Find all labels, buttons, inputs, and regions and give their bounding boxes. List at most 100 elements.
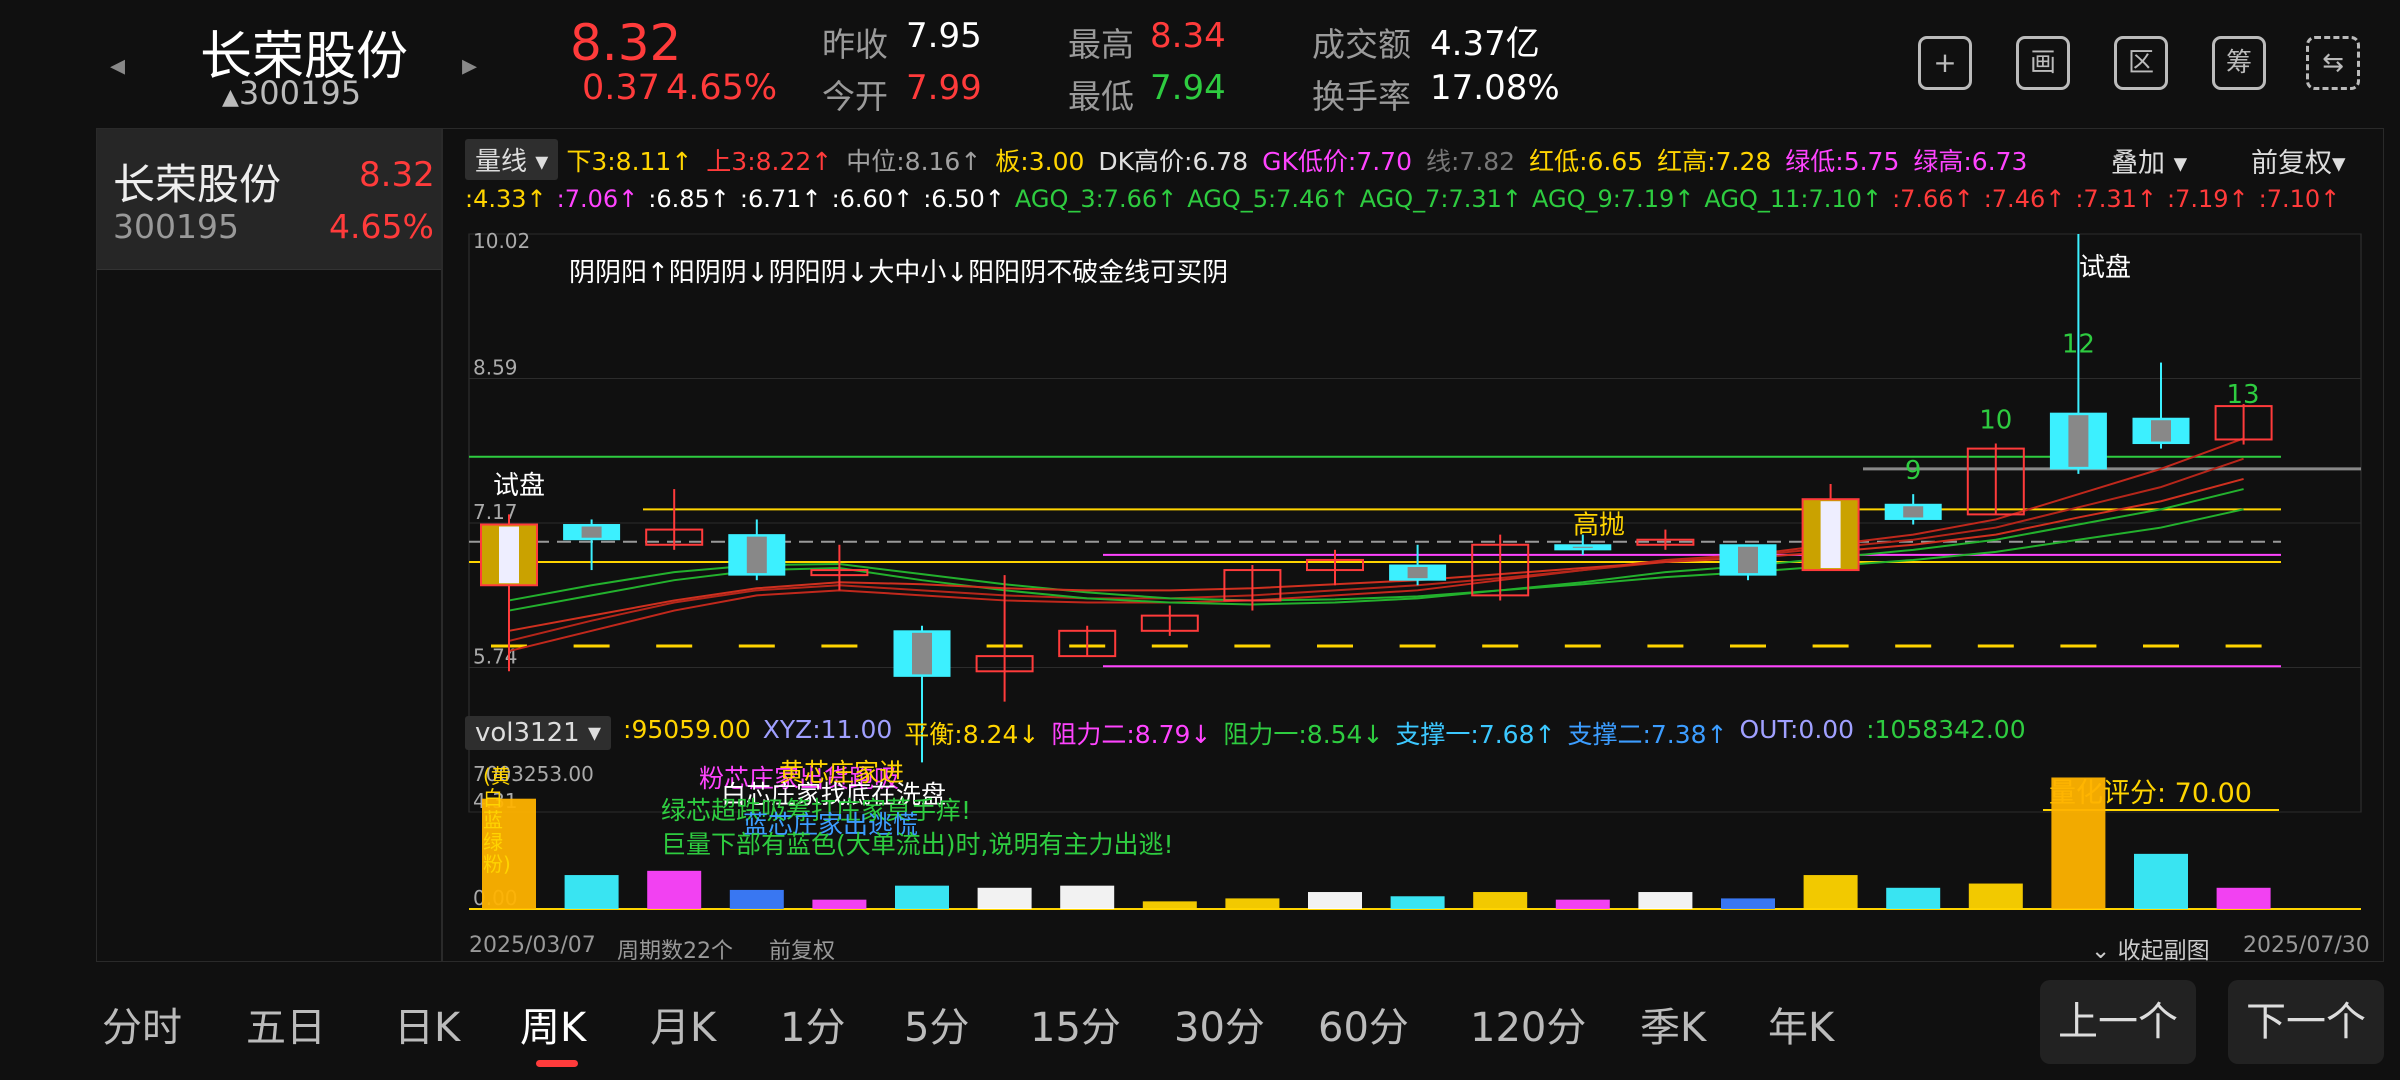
candle-16 bbox=[1801, 484, 1860, 572]
candle-18 bbox=[1966, 443, 2025, 516]
candle-11 bbox=[1389, 544, 1447, 586]
low-value: 7.94 bbox=[1150, 68, 1226, 108]
kline-chart-area[interactable]: 量线 ▾ 下3:8.11↑ 上3:8.22↑ 中位:8.16↑ 板:3.00 DK高价:… bbox=[442, 128, 2384, 965]
stock-card[interactable]: 长荣股份 8.32 300195 4.65% bbox=[97, 129, 441, 270]
tab-12[interactable]: 年K bbox=[1768, 995, 1834, 1053]
high-label: 最高 bbox=[1068, 25, 1134, 64]
vol-bar-21 bbox=[2216, 887, 2271, 909]
agq-indicator-value-14: :7.19↑ bbox=[2166, 185, 2249, 213]
agq-indicator-value-15: :7.10↑ bbox=[2258, 185, 2341, 213]
count-label-1: 10 bbox=[1979, 405, 2012, 435]
prev-close-value: 7.95 bbox=[906, 16, 982, 56]
vol-indicator-value-7: OUT:0.00 bbox=[1739, 715, 1855, 744]
vol-bar-10 bbox=[1308, 892, 1362, 909]
caret-up-icon: ▲ bbox=[222, 85, 239, 110]
vol-indicator-value-0: :95059.00 bbox=[623, 715, 751, 744]
vol-bar-20 bbox=[2134, 853, 2188, 909]
landscape-toggle-button[interactable]: ⇆ bbox=[2306, 36, 2360, 90]
chip-distribution-button[interactable]: 筹 bbox=[2212, 36, 2266, 90]
collapse-chevron-icon: ⌄ bbox=[2091, 938, 2118, 964]
tab-5[interactable]: 1分 bbox=[780, 995, 845, 1053]
agq-indicator-value-7: AGQ_5:7.46↑ bbox=[1187, 185, 1350, 213]
agq-indicator-value-9: AGQ_9:7.19↑ bbox=[1532, 185, 1695, 213]
prev-stock-arrow[interactable]: ◂ bbox=[110, 48, 125, 83]
vol-legend-stack-2: 蓝 bbox=[483, 808, 503, 832]
open-value: 7.99 bbox=[906, 68, 982, 108]
vol-bar-9 bbox=[1225, 898, 1280, 909]
main-indicator-dropdown[interactable]: 量线 ▾ bbox=[465, 139, 559, 180]
next-stock-button[interactable]: 下一个 bbox=[2228, 980, 2384, 1064]
agq-indicator-value-5: :6.50↑ bbox=[923, 185, 1005, 213]
draw-line-button[interactable]: 画 bbox=[2016, 36, 2070, 90]
agq-indicator-value-1: :7.06↑ bbox=[556, 185, 639, 213]
stock-code: ▲300195 bbox=[222, 74, 362, 112]
next-stock-arrow[interactable]: ▸ bbox=[462, 48, 477, 83]
side-stock-name: 长荣股份 bbox=[113, 160, 282, 209]
volume-chart[interactable]: 7003253.000.00(黄白蓝绿粉)粉芯庄家出货跑吸黄芯庄家进白芯庄家找底… bbox=[443, 759, 2383, 929]
candle-14 bbox=[1636, 529, 1695, 550]
turnover-rate-value: 17.08% bbox=[1430, 68, 1560, 108]
candle-core-0 bbox=[499, 526, 519, 584]
axis-adjust-label: 前复权 bbox=[769, 939, 836, 964]
candle-core-11 bbox=[1407, 567, 1428, 579]
active-tab-indicator bbox=[536, 1060, 578, 1067]
tab-0[interactable]: 分时 bbox=[102, 995, 182, 1053]
agq-indicator-value-11: :7.66↑ bbox=[1892, 185, 1974, 213]
candle-core-13 bbox=[1572, 546, 1593, 548]
tab-3[interactable]: 周K bbox=[520, 995, 586, 1053]
vol-bar-13 bbox=[1555, 899, 1610, 909]
tab-8[interactable]: 30分 bbox=[1174, 995, 1265, 1053]
vol-bar-16 bbox=[1803, 875, 1858, 909]
tab-10[interactable]: 120分 bbox=[1470, 995, 1586, 1053]
range-stats-button[interactable]: 区 bbox=[2114, 36, 2168, 90]
overlay-dropdown[interactable]: 叠加 ▾ bbox=[2111, 141, 2187, 180]
agq-indicator-value-12: :7.46↑ bbox=[1983, 185, 2066, 213]
vol-indicator-value-2: 平衡:8.24↓ bbox=[904, 720, 1040, 749]
tab-1[interactable]: 五日 bbox=[246, 995, 326, 1053]
count-label-3: 13 bbox=[2226, 380, 2259, 410]
adjust-dropdown[interactable]: 前复权▾ bbox=[2251, 141, 2346, 180]
agq-indicator-value-4: :6.60↑ bbox=[831, 185, 914, 213]
candle-core-16 bbox=[1820, 501, 1841, 569]
vol-indicator-dropdown[interactable]: vol3121 ▾ bbox=[465, 716, 612, 750]
candle-core-20 bbox=[2151, 420, 2171, 442]
collapse-subchart-button[interactable]: ⌄ 收起副图 bbox=[2091, 931, 2210, 965]
candle-21 bbox=[2214, 404, 2273, 445]
tab-2[interactable]: 日K bbox=[394, 995, 460, 1053]
agq-indicator-value-6: AGQ_3:7.66↑ bbox=[1014, 185, 1178, 213]
draw-icon: 画 bbox=[2029, 48, 2056, 78]
vol-indicator-value-3: 阻力二:8.79↓ bbox=[1051, 720, 1212, 749]
candle-2 bbox=[645, 489, 704, 550]
agq-indicator-value-8: AGQ_7:7.31↑ bbox=[1359, 185, 1523, 213]
low-label: 最低 bbox=[1068, 77, 1134, 116]
period-count: 周期数22个 bbox=[617, 939, 733, 964]
tab-4[interactable]: 月K bbox=[650, 995, 716, 1053]
vol-bar-3 bbox=[729, 889, 784, 909]
tab-6[interactable]: 5分 bbox=[904, 995, 969, 1053]
price-change-pct: 4.65% bbox=[666, 68, 778, 108]
last-price: 8.32 bbox=[570, 14, 682, 72]
agq-indicator-value-2: :6.85↑ bbox=[648, 185, 730, 213]
quote-header: ◂ 长荣股份 ▲300195 ▸ 8.32 0.37 4.65% 昨收 7.95… bbox=[0, 0, 2400, 125]
vol-bar-14 bbox=[1638, 892, 1693, 909]
ma-indicator-value-6: 线:7.82 bbox=[1425, 146, 1516, 176]
count-label-2: 12 bbox=[2062, 329, 2095, 359]
agq-indicator-value-0: :4.33↑ bbox=[465, 185, 547, 213]
landscape-icon: ⇆ bbox=[2322, 48, 2344, 78]
vol-bar-7 bbox=[1060, 885, 1115, 909]
tab-9[interactable]: 60分 bbox=[1318, 995, 1409, 1053]
prev-stock-button[interactable]: 上一个 bbox=[2040, 980, 2196, 1064]
tab-7[interactable]: 15分 bbox=[1030, 995, 1121, 1053]
dropdown-arrow-icon: ▾ bbox=[579, 718, 602, 748]
indicator-row-2: :4.33↑ :7.06↑ :6.85↑ :6.71↑ :6.60↑ :6.50↑ AGQ_… bbox=[465, 185, 2340, 213]
agq-indicator-value-3: :6.71↑ bbox=[739, 185, 822, 213]
add-watchlist-button[interactable]: + bbox=[1918, 36, 1972, 90]
y-tick-label-0: 10.02 bbox=[473, 229, 530, 253]
high-value: 8.34 bbox=[1150, 16, 1226, 56]
vol-indicator-row: vol3121 ▾ :95059.00 XYZ:11.00 平衡:8.24↓ 阻力二:… bbox=[465, 715, 2026, 751]
ma-indicator-value-5: GK低价:7.70 bbox=[1262, 146, 1412, 176]
vol-bar-2 bbox=[647, 870, 702, 909]
tab-11[interactable]: 季K bbox=[1640, 995, 1706, 1053]
indicator-row-1: 量线 ▾ 下3:8.11↑ 上3:8.22↑ 中位:8.16↑ 板:3.00 DK高价:… bbox=[465, 139, 2027, 180]
dropdown-arrow-icon: ▾ bbox=[2332, 148, 2346, 179]
